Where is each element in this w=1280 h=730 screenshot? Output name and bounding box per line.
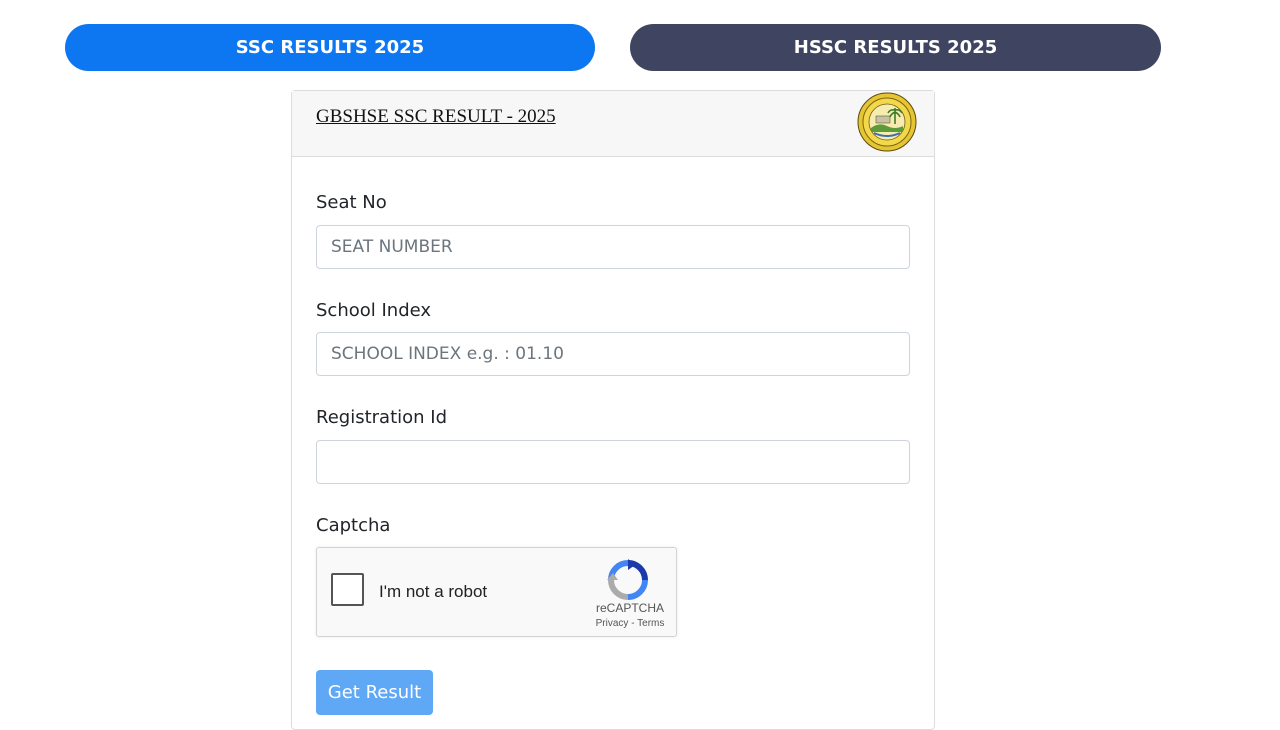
seat-no-label: Seat No [316,192,387,213]
recaptcha-logo-icon [607,559,648,600]
registration-id-input[interactable] [316,440,910,484]
board-seal-icon [857,92,917,152]
school-index-input[interactable] [316,332,910,376]
card-header: GBSHSE SSC RESULT - 2025 [292,91,934,157]
seat-no-input[interactable] [316,225,910,269]
result-form-card: GBSHSE SSC RESULT - 2025 Seat No School … [291,90,935,730]
card-title: GBSHSE SSC RESULT - 2025 [316,106,556,127]
recaptcha-terms-link[interactable]: Terms [637,618,664,629]
hssc-results-tab[interactable]: HSSC RESULTS 2025 [630,24,1161,71]
recaptcha-brand: reCAPTCHA [595,601,664,615]
get-result-button[interactable]: Get Result [316,670,433,715]
registration-id-label: Registration Id [316,407,448,428]
recaptcha-privacy-link[interactable]: Privacy [596,618,629,629]
recaptcha-widget: I'm not a robot reCAPTCHA Privacy - Term… [316,547,677,637]
ssc-results-tab-label: SSC RESULTS 2025 [235,37,425,58]
hssc-results-tab-label: HSSC RESULTS 2025 [793,37,998,58]
recaptcha-links: Privacy - Terms [585,618,675,629]
captcha-label: Captcha [316,515,391,536]
recaptcha-link-separator: - [631,618,635,629]
recaptcha-checkbox[interactable] [331,573,364,606]
ssc-results-tab[interactable]: SSC RESULTS 2025 [65,24,595,71]
school-index-label: School Index [316,300,432,321]
recaptcha-checkbox-label: I'm not a robot [379,582,488,601]
